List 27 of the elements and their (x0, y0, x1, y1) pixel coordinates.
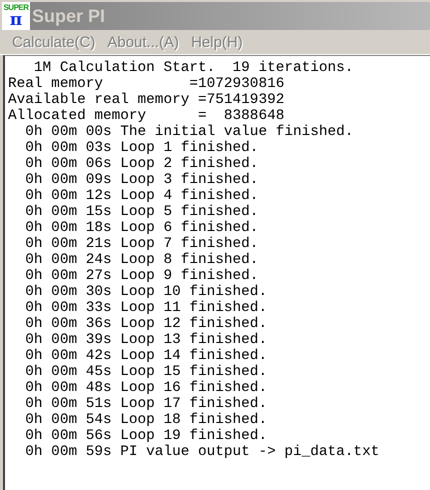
log-line: Available real memory =751419392 (8, 92, 284, 108)
log-line: 0h 00m 21s Loop 7 finished. (24, 236, 258, 252)
log-line: 0h 00m 27s Loop 9 finished. (24, 268, 258, 284)
log-line: 0h 00m 33s Loop 11 finished. (24, 300, 268, 316)
log-line: 0h 00m 24s Loop 8 finished. (24, 252, 258, 268)
log-line: Real memory =1072930816 (8, 76, 284, 92)
log-line: 0h 00m 00s The initial value finished. (24, 124, 354, 140)
log-line: 0h 00m 45s Loop 15 finished. (24, 364, 268, 380)
log-line: 0h 00m 39s Loop 13 finished. (24, 332, 268, 348)
log-line: 0h 00m 03s Loop 1 finished. (24, 140, 258, 156)
window-title: Super PI (32, 6, 106, 26)
log-line: 0h 00m 15s Loop 5 finished. (24, 204, 258, 220)
log-line: 0h 00m 42s Loop 14 finished. (24, 348, 268, 364)
log-line: Allocated memory = 8388648 (8, 108, 284, 124)
log-line: 0h 00m 18s Loop 6 finished. (24, 220, 258, 236)
log-line: 0h 00m 12s Loop 4 finished. (24, 188, 258, 204)
log-line: 0h 00m 06s Loop 2 finished. (24, 156, 258, 172)
log-line: 0h 00m 51s Loop 17 finished. (24, 396, 268, 412)
log-line: 1M Calculation Start. 19 iterations. (32, 60, 354, 76)
log-line: 0h 00m 54s Loop 18 finished. (24, 412, 268, 428)
app-logo-icon: SUPER π (2, 2, 30, 30)
log-line: 0h 00m 48s Loop 16 finished. (24, 380, 268, 396)
log-line: 0h 00m 59s PI value output -> pi_data.txt (24, 444, 380, 460)
log-line: 0h 00m 09s Loop 3 finished. (24, 172, 258, 188)
log-line: 0h 00m 30s Loop 10 finished. (24, 284, 268, 300)
log-line: 0h 00m 56s Loop 19 finished. (24, 428, 268, 444)
log-line: 0h 00m 36s Loop 12 finished. (24, 316, 268, 332)
